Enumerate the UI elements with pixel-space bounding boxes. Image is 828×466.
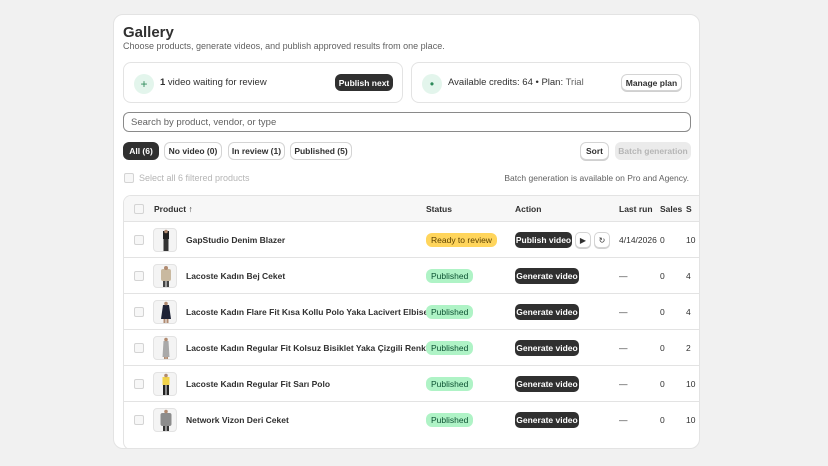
row-checkbox[interactable] — [134, 271, 144, 281]
row-checkbox[interactable] — [134, 379, 144, 389]
product-thumbnail — [153, 336, 177, 360]
select-all-label: Select all 6 filtered products — [139, 173, 250, 183]
product-name[interactable]: Lacoste Kadın Regular Fit Sarı Polo — [186, 379, 330, 389]
table-row[interactable]: Lacoste Kadın Regular Fit Kolsuz Bisikle… — [124, 330, 699, 366]
manage-plan-button[interactable]: Manage plan — [621, 74, 682, 91]
publish-next-button[interactable]: Publish next — [335, 74, 393, 91]
table-row[interactable]: Lacoste Kadın Flare Fit Kısa Kollu Polo … — [124, 294, 699, 330]
status-badge: Ready to review — [426, 233, 497, 247]
sales: 0 — [660, 415, 665, 425]
sales: 0 — [660, 307, 665, 317]
last-run: — — [619, 271, 628, 281]
product-thumbnail — [153, 300, 177, 324]
refresh-icon[interactable]: ↻ — [594, 232, 610, 248]
review-queue-text: 1 video waiting for review — [160, 77, 267, 88]
product-thumbnail — [153, 228, 177, 252]
status-badge: Published — [426, 269, 474, 283]
play-icon[interactable]: ▶ — [575, 232, 591, 248]
table-row[interactable]: Network Vizon Deri Ceket Published Gener… — [124, 402, 699, 438]
row-checkbox[interactable] — [134, 343, 144, 353]
review-queue-box: + 1 video waiting for review Publish nex… — [123, 62, 403, 103]
generate-video-button[interactable]: Generate video — [515, 412, 579, 428]
batch-note: Batch generation is available on Pro and… — [504, 173, 689, 183]
generate-video-button[interactable]: Generate video — [515, 268, 579, 284]
product-name[interactable]: Network Vizon Deri Ceket — [186, 415, 289, 425]
column-status: Status — [426, 204, 452, 214]
generate-video-button[interactable]: Generate video — [515, 340, 579, 356]
batch-generation-button[interactable]: Batch generation — [615, 142, 691, 160]
extra-cell: 10 — [686, 379, 696, 389]
table-row[interactable]: GapStudio Denim Blazer Ready to review P… — [124, 222, 699, 258]
sales: 0 — [660, 343, 665, 353]
credits-text: Available credits: 64 • Plan: Trial — [448, 77, 584, 88]
status-badge: Published — [426, 413, 474, 427]
product-name[interactable]: Lacoste Kadın Regular Fit Kolsuz Bisikle… — [186, 343, 458, 353]
last-run: — — [619, 307, 628, 317]
extra-cell: 4 — [686, 307, 691, 317]
row-checkbox[interactable] — [134, 235, 144, 245]
products-table: Product ↑ Status Action Last run Sales S… — [123, 195, 699, 448]
filter-in-review[interactable]: In review (1) — [228, 142, 285, 160]
last-run: — — [619, 379, 628, 389]
column-product[interactable]: Product ↑ — [154, 204, 193, 214]
sales: 0 — [660, 271, 665, 281]
publish-video-button[interactable]: Publish video — [515, 232, 572, 248]
status-badge: Published — [426, 341, 474, 355]
gallery-card: Gallery Choose products, generate videos… — [113, 14, 700, 449]
extra-cell: 2 — [686, 343, 691, 353]
extra-cell: 10 — [686, 235, 696, 245]
generate-video-button[interactable]: Generate video — [515, 304, 579, 320]
product-thumbnail — [153, 408, 177, 432]
product-thumbnail — [153, 264, 177, 288]
table-row[interactable]: Lacoste Kadın Regular Fit Sarı Polo Publ… — [124, 366, 699, 402]
column-extra: S — [686, 204, 692, 214]
filter-all[interactable]: All (6) — [123, 142, 159, 160]
status-badge: Published — [426, 377, 474, 391]
plus-icon: + — [134, 74, 154, 94]
select-all-checkbox[interactable] — [124, 173, 134, 183]
generate-video-button[interactable]: Generate video — [515, 376, 579, 392]
extra-cell: 4 — [686, 271, 691, 281]
column-last-run: Last run — [619, 204, 653, 214]
last-run: — — [619, 415, 628, 425]
sales: 0 — [660, 379, 665, 389]
status-badge: Published — [426, 305, 474, 319]
credits-box: • Available credits: 64 • Plan: Trial Ma… — [411, 62, 691, 103]
row-checkbox[interactable] — [134, 307, 144, 317]
product-thumbnail — [153, 372, 177, 396]
dot-icon: • — [422, 74, 442, 94]
last-run: — — [619, 343, 628, 353]
product-name[interactable]: Lacoste Kadın Flare Fit Kısa Kollu Polo … — [186, 307, 428, 317]
header-checkbox[interactable] — [134, 204, 144, 214]
table-header: Product ↑ Status Action Last run Sales S — [124, 196, 699, 222]
extra-cell: 10 — [686, 415, 696, 425]
sort-button[interactable]: Sort — [580, 142, 609, 160]
product-name[interactable]: Lacoste Kadın Bej Ceket — [186, 271, 285, 281]
page-subtitle: Choose products, generate videos, and pu… — [123, 41, 445, 51]
product-name[interactable]: GapStudio Denim Blazer — [186, 235, 285, 245]
column-sales: Sales — [660, 204, 683, 214]
search-input[interactable] — [123, 112, 691, 132]
table-row[interactable]: Lacoste Kadın Bej Ceket Published Genera… — [124, 258, 699, 294]
sort-arrow-icon: ↑ — [188, 204, 193, 214]
filter-published[interactable]: Published (5) — [290, 142, 352, 160]
sales: 0 — [660, 235, 665, 245]
last-run: 4/14/2026 — [619, 235, 657, 245]
row-checkbox[interactable] — [134, 415, 144, 425]
column-action: Action — [515, 204, 542, 214]
page-title: Gallery — [123, 24, 174, 41]
filter-no-video[interactable]: No video (0) — [164, 142, 222, 160]
